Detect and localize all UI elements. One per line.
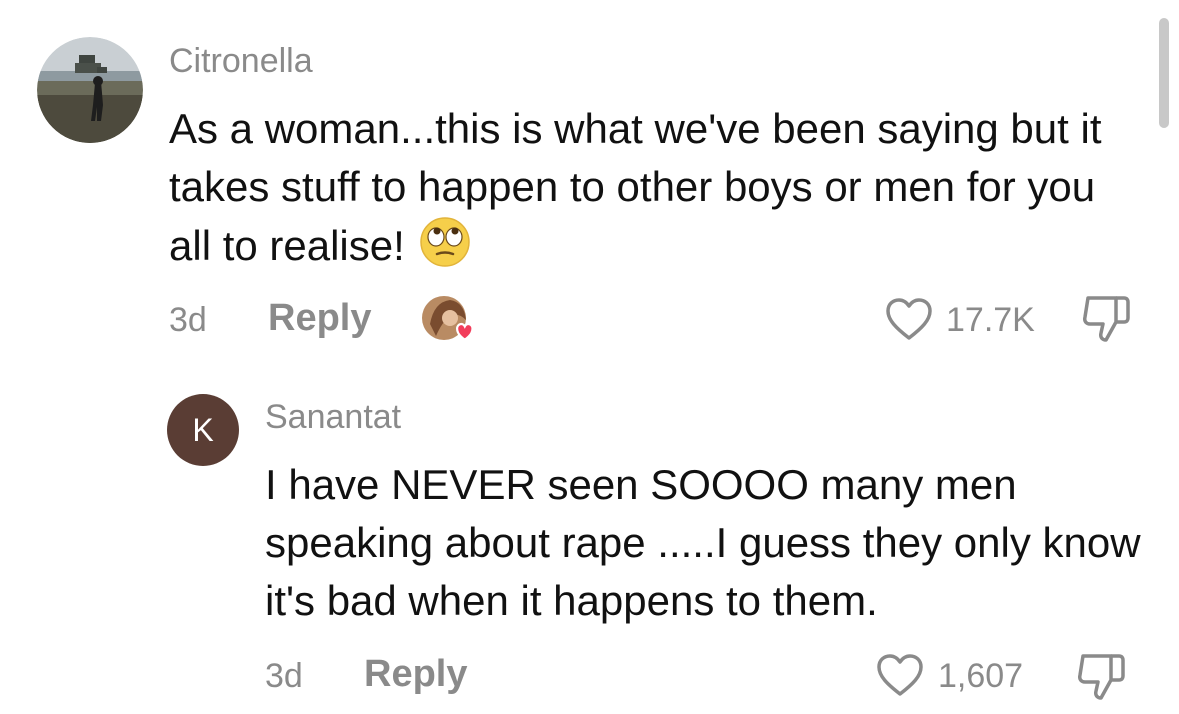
username[interactable]: Sanantat [265, 398, 401, 437]
comment-time: 3d [169, 301, 207, 339]
like-count: 17.7K [946, 301, 1035, 339]
username[interactable]: Citronella [169, 42, 313, 81]
avatar[interactable] [37, 37, 143, 143]
avatar-letter: K [192, 411, 214, 448]
reply-button[interactable]: Reply [364, 653, 467, 696]
dislike-icon[interactable] [1078, 292, 1136, 346]
like-count: 1,607 [938, 657, 1024, 695]
heart-icon[interactable] [875, 652, 925, 698]
creator-liked-badge [420, 294, 480, 346]
castle-photo-icon [37, 37, 143, 143]
heart-icon[interactable] [884, 296, 934, 342]
scrollbar[interactable] [1159, 18, 1169, 128]
comment-time: 3d [265, 657, 303, 695]
eye-roll-emoji-icon [419, 216, 471, 268]
reply-button[interactable]: Reply [268, 297, 371, 340]
comment-text: As a woman...this is what we've been say… [169, 100, 1129, 275]
comment-body: As a woman...this is what we've been say… [169, 105, 1102, 269]
creator-avatar-heart-icon [422, 296, 474, 341]
dislike-icon[interactable] [1073, 650, 1131, 704]
comment-text: I have NEVER seen SOOOO many men speakin… [265, 461, 1141, 624]
avatar[interactable]: K [167, 394, 239, 466]
